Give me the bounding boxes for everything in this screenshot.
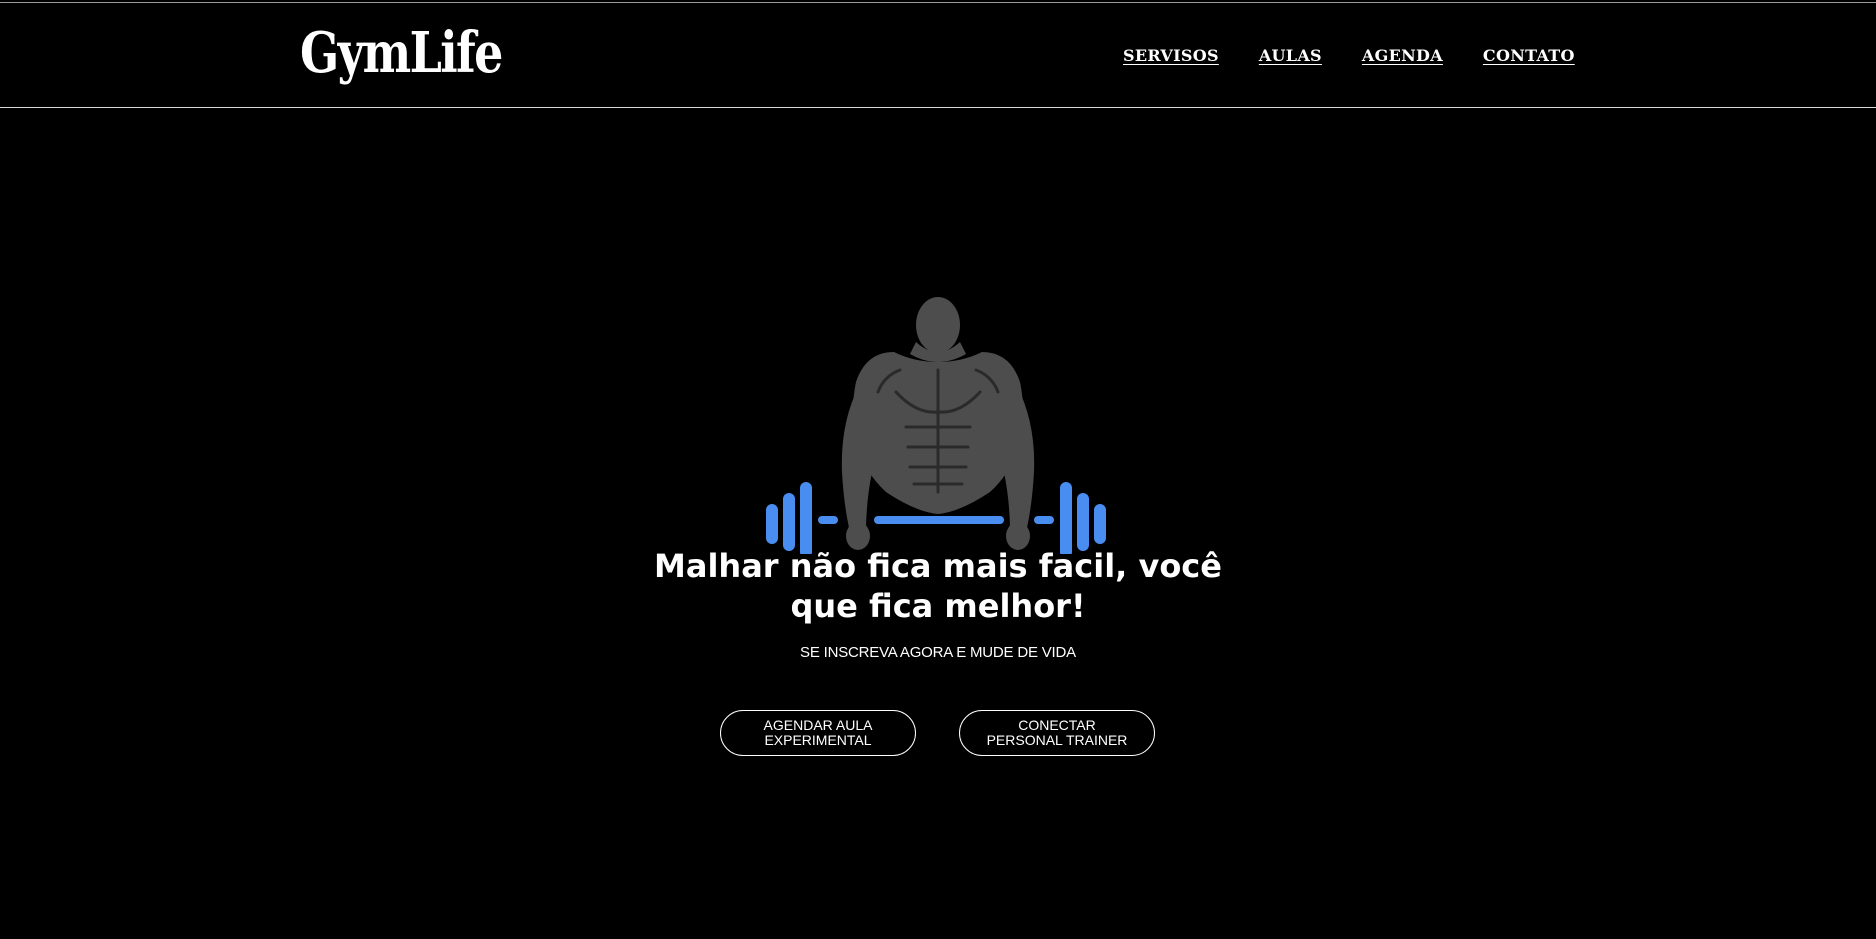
cta-group: AGENDAR AULA EXPERIMENTAL CONECTAR PERSO… <box>720 710 1155 756</box>
hero-subheadline: SE INSCREVA AGORA E MUDE DE VIDA <box>800 644 1076 661</box>
schedule-trial-class-button[interactable]: AGENDAR AULA EXPERIMENTAL <box>720 710 916 756</box>
nav-link-contato[interactable]: CONTATO <box>1483 46 1575 65</box>
nav-link-aulas[interactable]: AULAS <box>1259 46 1322 65</box>
nav-link-agenda[interactable]: AGENDA <box>1362 46 1443 65</box>
connect-personal-trainer-button[interactable]: CONECTAR PERSONAL TRAINER <box>959 710 1155 756</box>
bodybuilder-barbell-icon <box>766 297 1106 554</box>
hero-headline: Malhar não fica mais facil, você que fic… <box>654 547 1222 625</box>
site-header: GymLife SERVISOS AULAS AGENDA CONTATO <box>0 2 1876 108</box>
site-logo[interactable]: GymLife <box>300 21 503 85</box>
main-nav: SERVISOS AULAS AGENDA CONTATO <box>1123 46 1575 65</box>
nav-link-servisos[interactable]: SERVISOS <box>1123 46 1219 65</box>
